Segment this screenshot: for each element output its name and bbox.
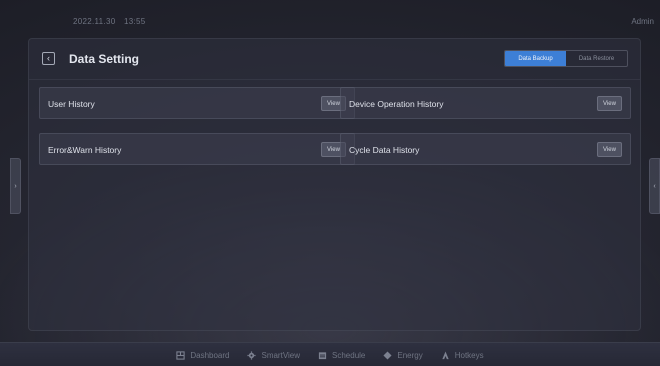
nav-schedule[interactable]: Schedule	[318, 351, 365, 360]
right-drawer-handle[interactable]: ‹	[649, 158, 660, 214]
diamond-icon	[383, 350, 392, 360]
nav-label: Energy	[397, 350, 423, 360]
chevron-left-icon: ‹	[47, 53, 50, 63]
date-text: 2022.11.30	[73, 17, 116, 26]
chevron-left-icon: ‹	[653, 182, 656, 190]
card-cycle-data-history: Cycle Data History View	[340, 133, 631, 165]
backup-restore-toggle: Data Backup Data Restore	[504, 50, 628, 67]
tab-data-backup[interactable]: Data Backup	[505, 51, 566, 66]
nav-label: Dashboard	[190, 350, 230, 360]
view-device-operation-history-button[interactable]: View	[597, 96, 622, 111]
card-user-history: User History View	[39, 87, 355, 119]
datetime: 2022.11.30 13:55	[73, 17, 152, 26]
card-label: Cycle Data History	[349, 145, 420, 155]
page-title: Data Setting	[69, 52, 140, 66]
nav-smartview[interactable]: SmartView	[247, 351, 300, 360]
card-label: Error&Warn History	[48, 145, 122, 155]
data-setting-panel: ‹ Data Setting Data Backup Data Restore …	[28, 38, 641, 331]
nav-dashboard[interactable]: Dashboard	[176, 351, 229, 360]
panel-header: ‹ Data Setting Data Backup Data Restore	[29, 39, 640, 80]
nav-label: Hotkeys	[454, 350, 484, 360]
card-error-warn-history: Error&Warn History View	[39, 133, 355, 165]
left-drawer-handle[interactable]: ›	[10, 158, 21, 214]
card-label: Device Operation History	[349, 99, 444, 109]
key-icon	[441, 350, 450, 360]
card-label: User History	[48, 99, 95, 109]
gear-icon	[247, 350, 257, 360]
top-bar: 2022.11.30 13:55 Admin	[0, 0, 660, 36]
nav-hotkeys[interactable]: Hotkeys	[441, 351, 484, 360]
user-name[interactable]: Admin	[631, 17, 654, 26]
bottom-nav: Dashboard SmartView Schedule Energy Hotk…	[0, 342, 660, 366]
dashboard-icon	[176, 350, 185, 360]
nav-label: SmartView	[261, 350, 301, 360]
tab-data-restore[interactable]: Data Restore	[566, 51, 627, 66]
calendar-icon	[318, 351, 327, 360]
back-button[interactable]: ‹	[42, 52, 55, 65]
chevron-right-icon: ›	[14, 182, 17, 190]
nav-energy[interactable]: Energy	[383, 350, 423, 360]
time-text: 13:55	[123, 17, 146, 26]
nav-label: Schedule	[332, 350, 366, 360]
card-device-operation-history: Device Operation History View	[340, 87, 631, 119]
view-cycle-data-history-button[interactable]: View	[597, 142, 622, 157]
